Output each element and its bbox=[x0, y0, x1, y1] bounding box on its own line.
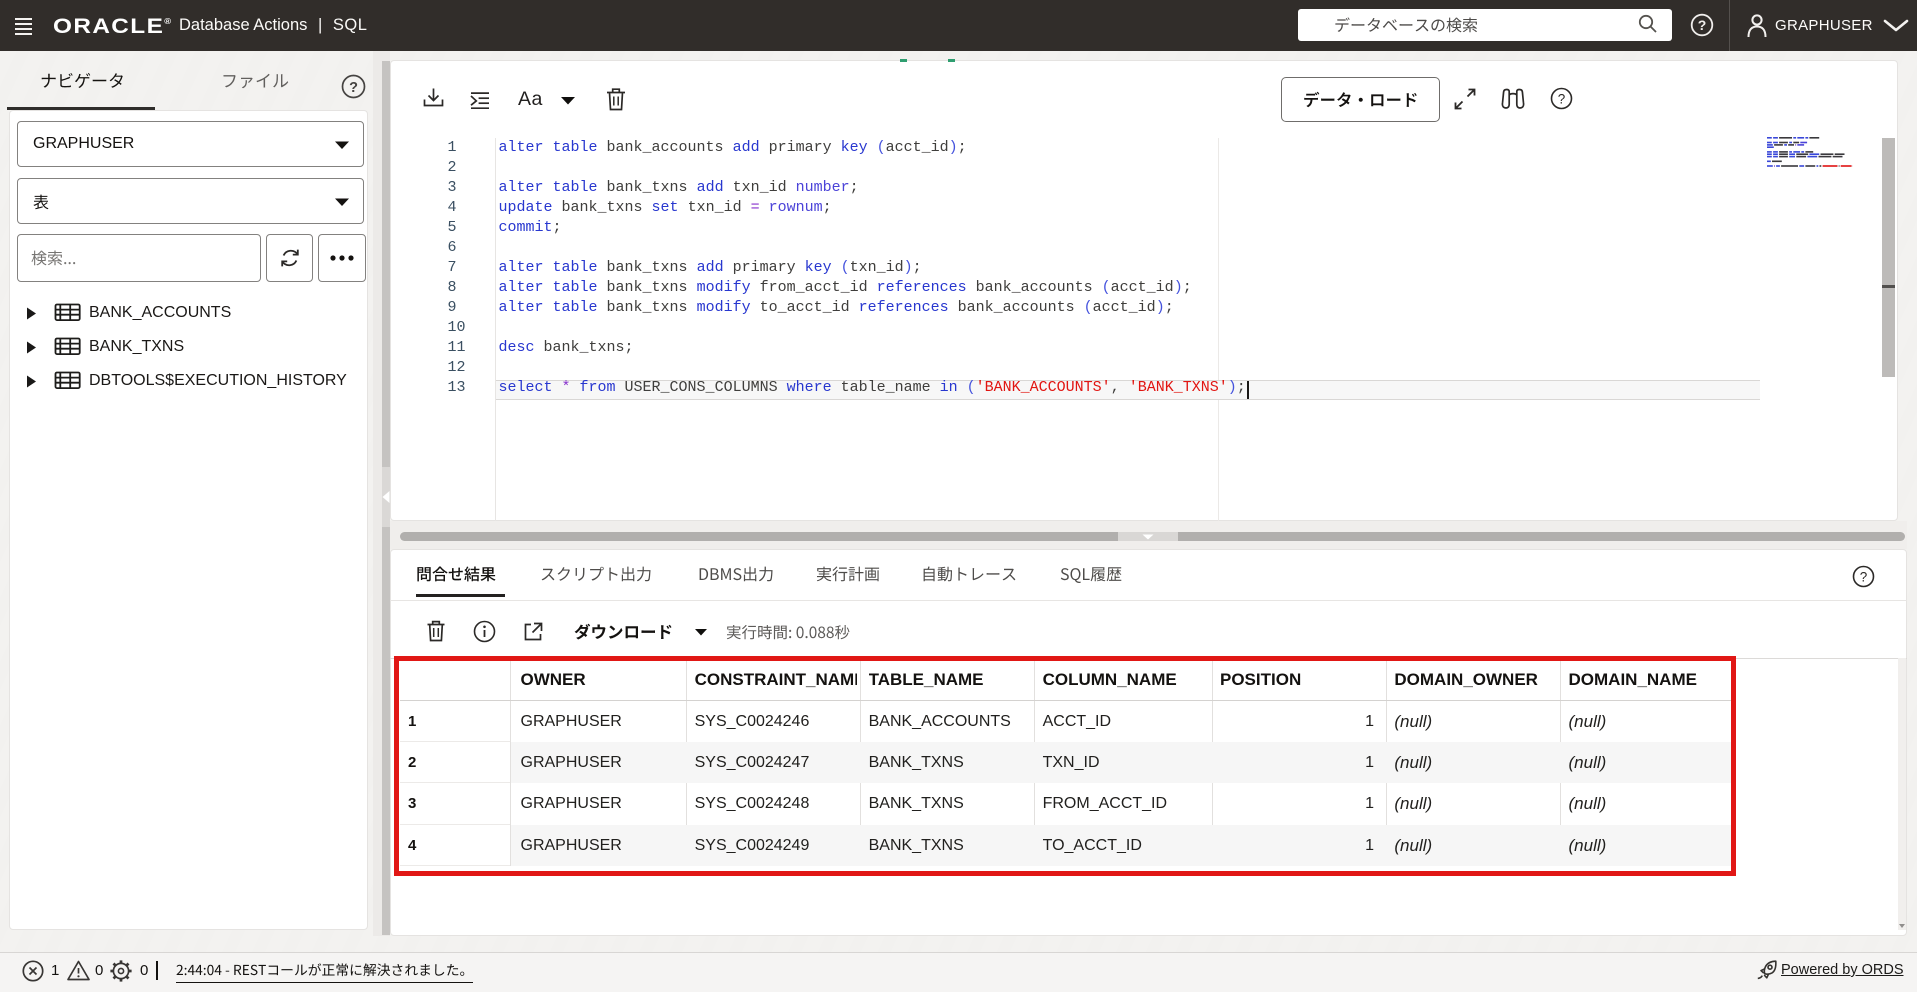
svg-text:?: ? bbox=[1558, 92, 1566, 107]
svg-text:?: ? bbox=[1860, 570, 1868, 585]
svg-text:?: ? bbox=[349, 80, 358, 96]
svg-text:?: ? bbox=[1698, 17, 1707, 33]
